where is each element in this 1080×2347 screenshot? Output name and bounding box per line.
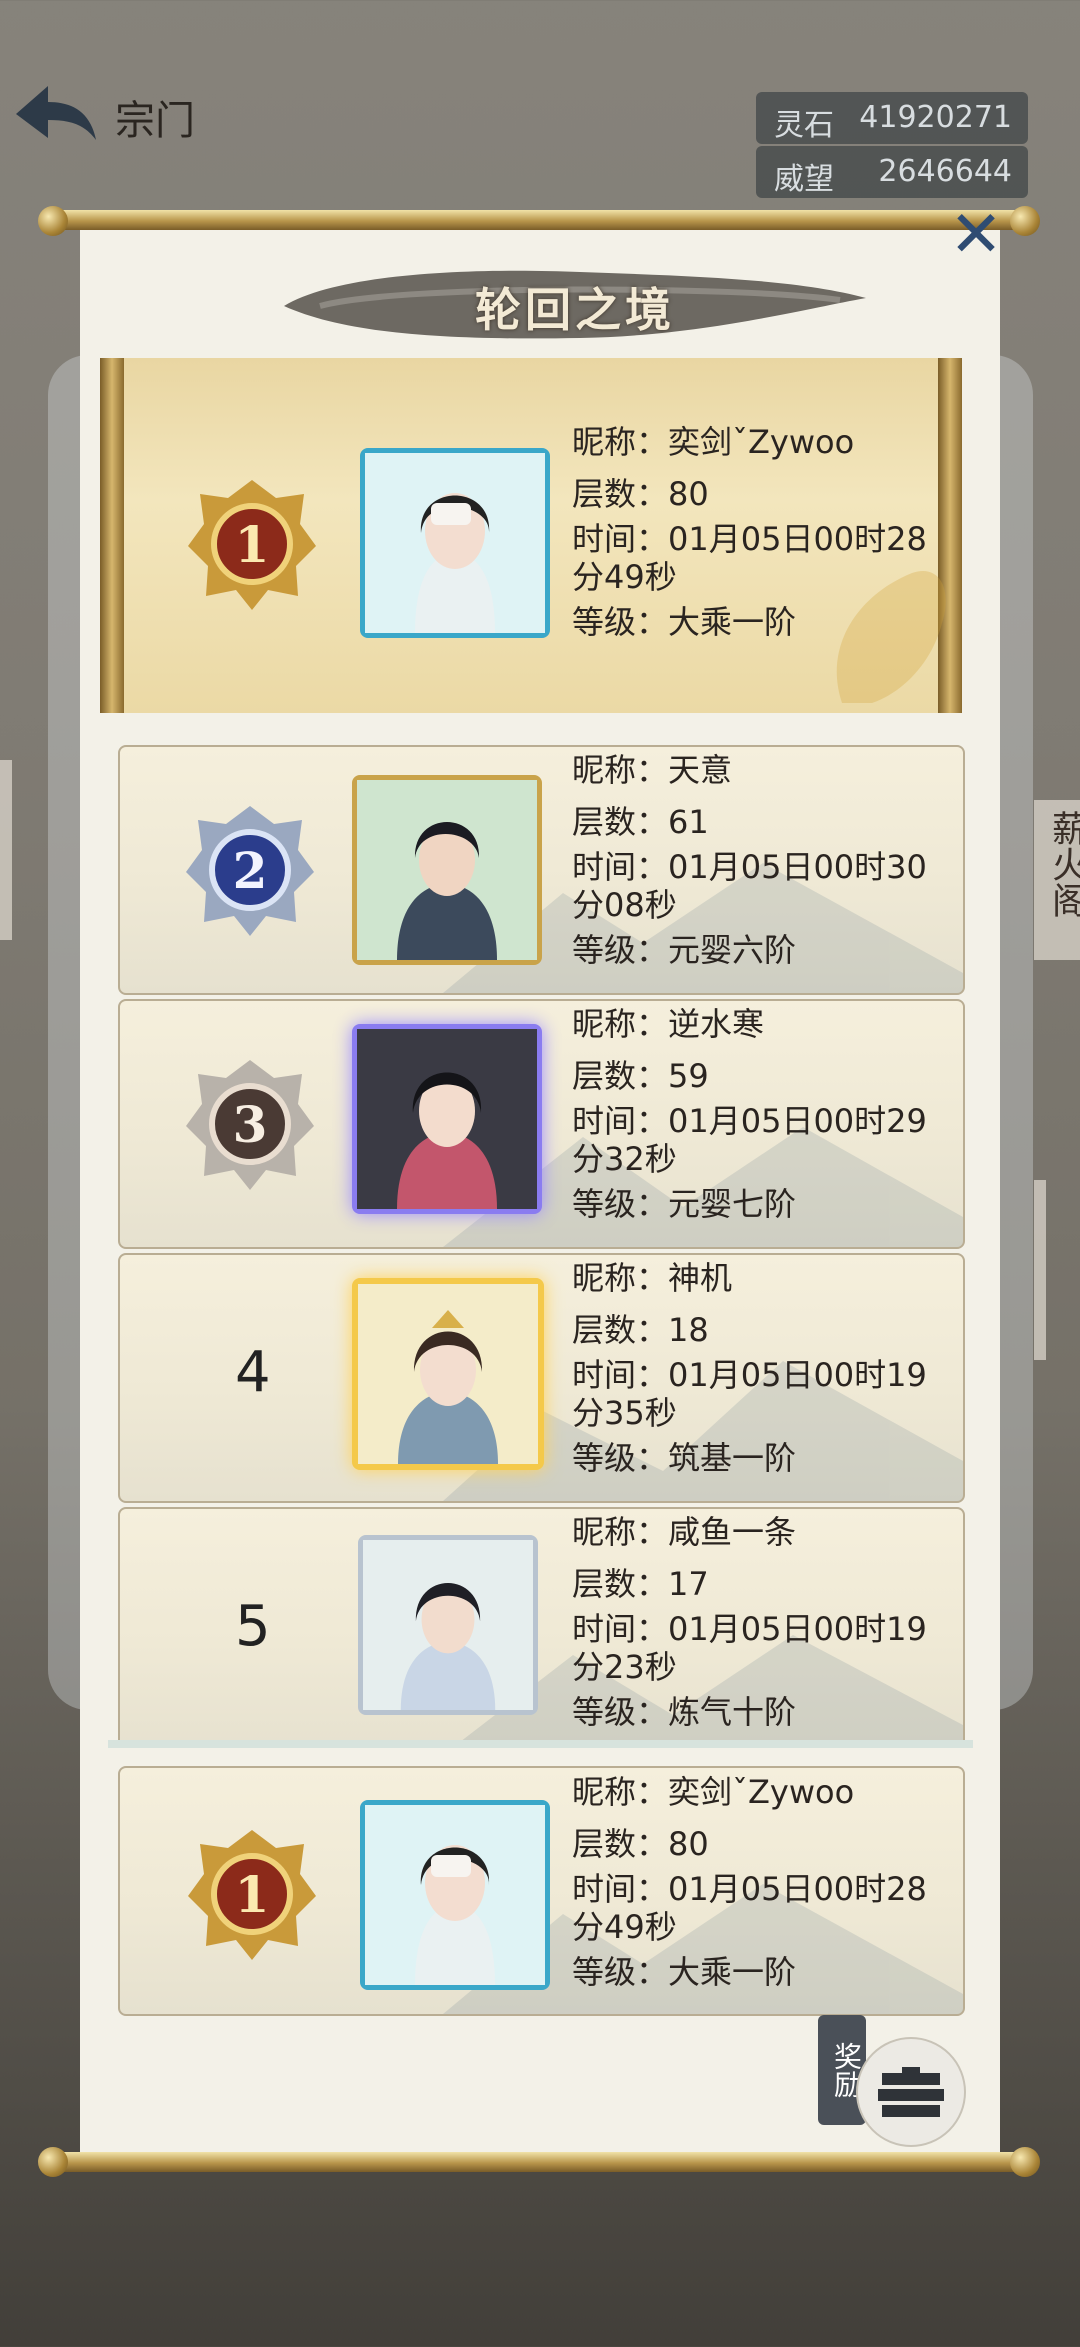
level: 等级：筑基一阶 [572,1439,797,1477]
nickname: 昵称：奕剑ˇZywoo [572,423,855,461]
nickname: 昵称：奕剑ˇZywoo [572,1773,855,1811]
time: 时间：01月05日00时29分32秒 [572,1102,927,1178]
list-divider [108,1740,973,1748]
side-tab-right-top[interactable]: 薪火阁 [1034,800,1080,960]
svg-text:2: 2 [233,841,268,900]
level: 等级：大乘一阶 [572,603,797,641]
level: 等级：炼气十阶 [572,1693,797,1731]
level: 等级：元婴七阶 [572,1185,797,1223]
page-title: 宗门 [115,98,195,144]
floors: 层数：80 [572,1825,709,1863]
nickname: 昵称：逆水寒 [572,1005,765,1043]
avatar-portrait [357,1029,537,1209]
rank-number-4: 4 [235,1340,271,1405]
nickname: 昵称：神机 [572,1259,733,1297]
rank-4-info: 昵称：神机 层数：18 时间：01月05日00时19分35秒 等级：筑基一阶 [572,1252,942,1484]
time: 时间：01月05日00时28分49秒 [572,1870,927,1946]
my-rank-info: 昵称：奕剑ˇZywoo 层数：80 时间：01月05日00时28分49秒 等级：… [572,1766,942,1998]
scroll-bottom-rod [42,2152,1032,2172]
player-avatar-2[interactable] [352,775,542,965]
gold-medal-icon: 1 [188,1830,316,1960]
close-icon: ✕ [949,198,1003,272]
floors: 层数：18 [572,1311,709,1349]
avatar-portrait [357,780,537,960]
scroll-bottom-cap-right [1010,2147,1040,2177]
scroll-top-cap-left [38,206,68,236]
level: 等级：大乘一阶 [572,1953,797,1991]
floors: 层数：80 [572,475,709,513]
side-tab-right-bottom[interactable] [1034,1180,1046,1360]
floors: 层数：61 [572,803,709,841]
side-tab-left[interactable] [0,760,12,940]
svg-text:1: 1 [235,515,270,574]
scroll-bottom-cap-left [38,2147,68,2177]
avatar-portrait [365,453,545,633]
time: 时间：01月05日00时30分08秒 [572,848,927,924]
time: 时间：01月05日00时28分49秒 [572,520,927,596]
panel-title: 轮回之境 [475,283,675,337]
player-avatar-5[interactable] [358,1535,538,1715]
level: 等级：元婴六阶 [572,931,797,969]
avatar-portrait [358,1284,538,1464]
svg-text:1: 1 [235,1865,270,1924]
floors: 层数：17 [572,1565,709,1603]
rank-3-info: 昵称：逆水寒 层数：59 时间：01月05日00时29分32秒 等级：元婴七阶 [572,998,942,1230]
silver-medal-icon: 2 [186,806,314,936]
back-arrow-icon [16,86,96,140]
card-roll-left [100,358,124,713]
rank-5-info: 昵称：咸鱼一条 层数：17 时间：01月05日00时19分23秒 等级：炼气十阶 [572,1506,942,1738]
nickname: 昵称：天意 [572,751,733,789]
nickname: 昵称：咸鱼一条 [572,1513,797,1551]
reward-button[interactable]: 奖励 [818,2015,968,2147]
gold-medal-icon: 1 [188,480,316,610]
svg-text:3: 3 [233,1095,268,1154]
floors: 层数：59 [572,1057,709,1095]
time: 时间：01月05日00时19分23秒 [572,1610,927,1686]
player-avatar-3[interactable] [352,1024,542,1214]
reward-chest-icon [856,2037,966,2147]
scroll-top-rod [42,210,1032,230]
player-avatar-4[interactable] [352,1278,544,1470]
bronze-medal-icon: 3 [186,1060,314,1190]
back-button[interactable] [8,80,100,150]
scroll-top-cap-right [1010,206,1040,236]
avatar-portrait [365,1805,545,1985]
resource-prestige: 威望 2646644 [756,146,1028,198]
title-banner: 轮回之境 [280,262,870,344]
player-avatar-1[interactable] [360,448,550,638]
rank-1-info: 昵称：奕剑ˇZywoo 层数：80 时间：01月05日00时28分49秒 等级：… [572,416,942,648]
my-avatar[interactable] [360,1800,550,1990]
time: 时间：01月05日00时19分35秒 [572,1356,927,1432]
ranking-list[interactable]: 2 昵称：天意 层数：61 时间：01月05日00时30分08秒 等级：元婴六阶… [108,740,973,1745]
rank-number-5: 5 [235,1594,271,1659]
rank-2-info: 昵称：天意 层数：61 时间：01月05日00时30分08秒 等级：元婴六阶 [572,744,942,976]
avatar-portrait [363,1540,533,1710]
close-button[interactable]: ✕ [946,203,1006,267]
resource-spirit-stone: 灵石 41920271 [756,92,1028,144]
